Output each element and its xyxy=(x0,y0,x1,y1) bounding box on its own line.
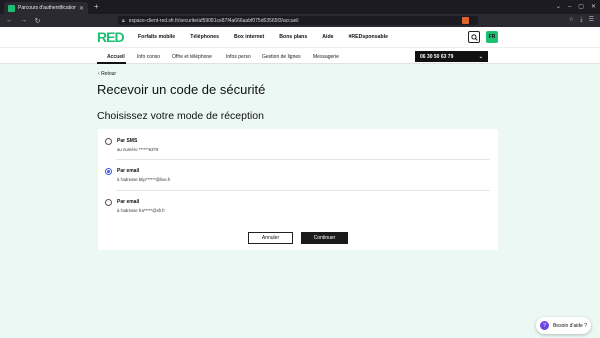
option-title: Par SMS xyxy=(117,138,138,144)
window-controls: ⌄ – ▢ ✕ xyxy=(556,2,596,12)
account-subnav: Accueil Info conso Offre et téléphone In… xyxy=(0,47,600,64)
address-bar[interactable]: 🔒︎ espace-client-red.sfr.fr/securite/af5… xyxy=(118,16,478,25)
divider xyxy=(116,190,490,191)
close-window-icon[interactable]: ✕ xyxy=(591,2,596,12)
minimize-icon[interactable]: – xyxy=(568,2,571,12)
menu-icon[interactable]: ☰ xyxy=(589,16,594,25)
red-logo[interactable]: RED xyxy=(97,30,125,44)
back-arrow-icon[interactable]: ← xyxy=(5,17,14,24)
option-detail: au numéro ******6379 xyxy=(117,147,159,152)
line-selector[interactable]: 06 30 50 63 79 ⌄ xyxy=(415,51,488,62)
tab-gestion-lignes[interactable]: Gestion de lignes xyxy=(262,54,301,60)
continue-button[interactable]: Continuer xyxy=(301,232,348,244)
chevron-down-icon: ⌄ xyxy=(478,53,483,60)
help-label: Besoin d'aide ? xyxy=(552,322,587,329)
nav-box-internet[interactable]: Box internet xyxy=(234,34,264,40)
option-title: Par email xyxy=(117,168,140,174)
tab-accueil[interactable]: Accueil xyxy=(107,54,125,60)
option-title: Par email xyxy=(117,199,140,205)
browser-tab[interactable]: Parcours d'authentification ✕ xyxy=(4,2,88,14)
option-detail: à l'adresse fra*****@sfr.fr xyxy=(117,208,165,213)
tab-infos-perso[interactable]: Infos perso xyxy=(226,54,251,60)
tab-offre-telephone[interactable]: Offre et téléphone xyxy=(172,54,212,60)
nav-redsponsable[interactable]: #REDsponsable xyxy=(349,34,389,40)
browser-toolbar: ← → ↻ 🔒︎ espace-client-red.sfr.fr/securi… xyxy=(0,14,600,27)
tab-messagerie[interactable]: Messagerie xyxy=(313,54,339,60)
option-detail: à l'adresse btip******@live.fr xyxy=(117,177,171,182)
radio-email-2[interactable] xyxy=(105,199,112,206)
tab-info-conso[interactable]: Info conso xyxy=(137,54,160,60)
brave-shield-icon[interactable] xyxy=(462,17,469,24)
bookmark-icon[interactable]: ☆ xyxy=(569,16,574,25)
divider xyxy=(116,159,490,160)
browser-tools: ☆ ⤓ ☰ xyxy=(569,16,594,25)
main-nav: Forfaits mobile Téléphones Box internet … xyxy=(138,34,388,40)
new-tab-button[interactable]: + xyxy=(94,2,99,12)
search-icon xyxy=(470,33,478,41)
maximize-icon[interactable]: ▢ xyxy=(578,2,584,12)
reload-icon[interactable]: ↻ xyxy=(33,17,42,25)
active-tab-indicator xyxy=(97,62,126,64)
language-button[interactable]: FR xyxy=(486,31,498,43)
option-email-2[interactable]: Par email à l'adresse fra*****@sfr.fr xyxy=(98,195,498,225)
nav-telephones[interactable]: Téléphones xyxy=(190,34,219,40)
url-text: espace-client-red.sfr.fr/securite/af5908… xyxy=(128,17,299,24)
download-icon[interactable]: ⤓ xyxy=(580,16,583,25)
cancel-button[interactable]: Annuler xyxy=(248,232,293,244)
close-tab-icon[interactable]: ✕ xyxy=(79,5,84,12)
lock-icon: 🔒︎ xyxy=(122,17,125,24)
chat-icon: ? xyxy=(540,321,549,330)
section-title: Choisissez votre mode de réception xyxy=(97,110,264,122)
line-number: 06 30 50 63 79 xyxy=(420,53,454,60)
nav-bons-plans[interactable]: Bons plans xyxy=(279,34,307,40)
site-header: RED Forfaits mobile Téléphones Box inter… xyxy=(0,27,600,47)
search-button[interactable] xyxy=(468,31,480,43)
tab-title: Parcours d'authentification xyxy=(18,5,76,11)
back-link[interactable]: ‹ Retour xyxy=(98,71,116,77)
page-title: Recevoir un code de sécurité xyxy=(97,82,266,97)
radio-email-1[interactable] xyxy=(105,168,112,175)
reception-mode-card: Par SMS au numéro ******6379 Par email à… xyxy=(98,129,498,250)
tab-list-icon[interactable]: ⌄ xyxy=(556,2,561,12)
back-label: Retour xyxy=(101,71,117,77)
nav-forfaits-mobile[interactable]: Forfaits mobile xyxy=(138,34,175,40)
help-chat-button[interactable]: ? Besoin d'aide ? xyxy=(536,317,591,334)
nav-aide[interactable]: Aide xyxy=(322,34,333,40)
radio-sms[interactable] xyxy=(105,138,112,145)
favicon-icon xyxy=(8,4,15,12)
forward-arrow-icon[interactable]: → xyxy=(19,17,28,24)
browser-tab-strip: Parcours d'authentification ✕ + ⌄ – ▢ ✕ xyxy=(0,0,600,14)
